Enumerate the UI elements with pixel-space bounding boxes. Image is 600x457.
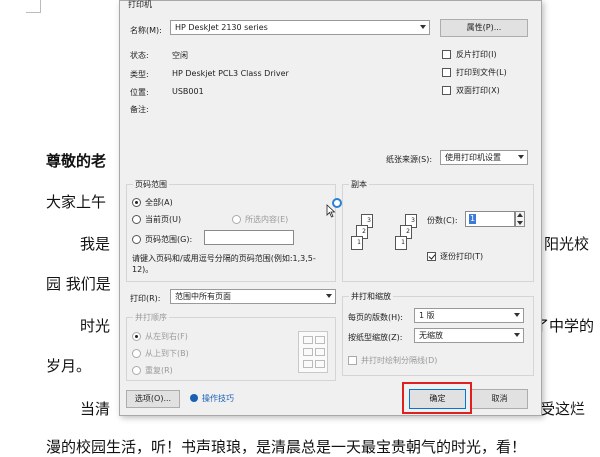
- doc-line: 园 我们是: [46, 275, 111, 293]
- range-current-radio[interactable]: [132, 215, 141, 224]
- highlight-box: [402, 382, 472, 414]
- cancel-button[interactable]: 取消: [471, 389, 528, 409]
- doc-line: 时光: [80, 317, 111, 335]
- range-all-radio[interactable]: [132, 198, 141, 207]
- printer-group-title: 打印机: [128, 0, 152, 9]
- chevron-down-icon: [514, 313, 520, 317]
- reverse-print-checkbox[interactable]: [442, 50, 451, 59]
- printer-name-value: HP DeskJet 2130 series: [175, 23, 268, 32]
- copies-spinner[interactable]: [515, 211, 525, 227]
- chevron-up-icon: [517, 213, 523, 217]
- collate-label: 逐份打印(T): [440, 252, 484, 261]
- range-pages-radio[interactable]: [132, 235, 141, 244]
- order-repeat-label: 重复(R): [145, 366, 173, 375]
- order-left-right-radio[interactable]: [132, 332, 141, 341]
- doc-line: 岁月。: [46, 357, 92, 375]
- tips-icon: [190, 394, 198, 402]
- chevron-down-icon: [420, 25, 426, 29]
- copies-count-input[interactable]: 1: [465, 211, 515, 227]
- print-to-file-checkbox[interactable]: [442, 68, 451, 77]
- doc-line: 我是: [80, 235, 111, 253]
- page-corner-mark: [26, 0, 41, 13]
- print-order-title: 并打顺序: [133, 312, 169, 323]
- scale-value: 无缩放: [419, 331, 443, 340]
- print-what-select[interactable]: 范围中所有页面: [170, 289, 336, 304]
- type-label: 类型:: [130, 70, 149, 79]
- location-value: USB001: [172, 87, 204, 96]
- copy-page-icon: 1: [395, 236, 407, 250]
- page-range-title: 页码范围: [133, 179, 169, 190]
- page-range-input[interactable]: [204, 230, 294, 245]
- order-left-right-label: 从左到右(F): [145, 332, 188, 341]
- copies-title: 副本: [349, 179, 369, 190]
- chevron-down-icon: [517, 221, 523, 225]
- options-button[interactable]: 选项(O)...: [126, 390, 180, 408]
- collate-checkbox[interactable]: [427, 252, 436, 261]
- location-label: 位置:: [130, 88, 149, 97]
- range-pages-label: 页码范围(G):: [145, 235, 193, 244]
- mouse-cursor-icon: [326, 204, 336, 218]
- page-range-hint: 请键入页码和/或用逗号分隔的页码范围(例如:1,3,5-12)。: [132, 254, 316, 274]
- pages-per-sheet-value: 1 版: [419, 311, 435, 320]
- tips-link[interactable]: 操作技巧: [202, 393, 234, 404]
- pages-per-sheet-label: 每页的版数(H):: [348, 313, 403, 322]
- paper-source-label: 纸张来源(S):: [386, 155, 433, 164]
- zoom-title: 并打和缩放: [349, 291, 393, 302]
- comment-label: 备注:: [130, 105, 149, 114]
- order-top-bottom-label: 从上到下(B): [145, 349, 189, 358]
- doc-line: 漫的校园生活，听！书声琅琅，是清晨总是一天最宝贵朝气的时光，看！: [46, 438, 527, 456]
- print-what-value: 范围中所有页面: [175, 292, 231, 301]
- scale-select[interactable]: 无缩放: [414, 328, 524, 343]
- range-current-label: 当前页(U): [145, 215, 182, 224]
- printer-name-select[interactable]: HP DeskJet 2130 series: [170, 20, 430, 35]
- range-selection-radio[interactable]: [232, 215, 241, 224]
- paper-source-value: 使用打印机设置: [445, 153, 501, 162]
- chevron-down-icon: [518, 155, 524, 159]
- doc-line: 了中学的: [534, 317, 595, 335]
- draw-border-checkbox[interactable]: [348, 356, 357, 365]
- duplex-print-checkbox[interactable]: [442, 86, 451, 95]
- printer-name-label: 名称(M):: [130, 26, 162, 35]
- doc-line: 阳光校: [544, 235, 590, 253]
- range-all-label: 全部(A): [145, 198, 173, 207]
- scale-label: 按纸型缩放(Z):: [348, 333, 403, 342]
- draw-border-label: 并打时绘制分隔线(D): [361, 356, 438, 365]
- order-preview-icon: [298, 331, 328, 373]
- status-value: 空闲: [172, 51, 188, 60]
- doc-line: 大家上午: [46, 193, 107, 211]
- range-selection-label: 所选内容(E): [245, 215, 289, 224]
- copies-group: 副本: [342, 179, 534, 282]
- order-repeat-radio[interactable]: [132, 366, 141, 375]
- print-to-file-label: 打印到文件(L): [456, 68, 507, 77]
- doc-greeting: 尊敬的老: [46, 152, 107, 170]
- copies-count-label: 份数(C):: [427, 216, 458, 225]
- copies-count-value: 1: [469, 214, 477, 224]
- doc-line: 当清: [80, 400, 111, 418]
- copy-page-icon: 1: [351, 236, 363, 250]
- pages-per-sheet-select[interactable]: 1 版: [414, 308, 524, 323]
- duplex-print-label: 双面打印(X): [456, 86, 500, 95]
- print-what-label: 打印(R):: [130, 294, 161, 303]
- reverse-print-label: 反片打印(I): [456, 50, 497, 59]
- paper-source-select[interactable]: 使用打印机设置: [440, 150, 528, 165]
- status-label: 状态:: [130, 51, 149, 60]
- order-top-bottom-radio[interactable]: [132, 349, 141, 358]
- chevron-down-icon: [514, 333, 520, 337]
- doc-line: 受这烂: [540, 400, 586, 418]
- chevron-down-icon: [326, 294, 332, 298]
- properties-button[interactable]: 属性(P)...: [440, 19, 528, 37]
- type-value: HP Deskjet PCL3 Class Driver: [172, 69, 289, 78]
